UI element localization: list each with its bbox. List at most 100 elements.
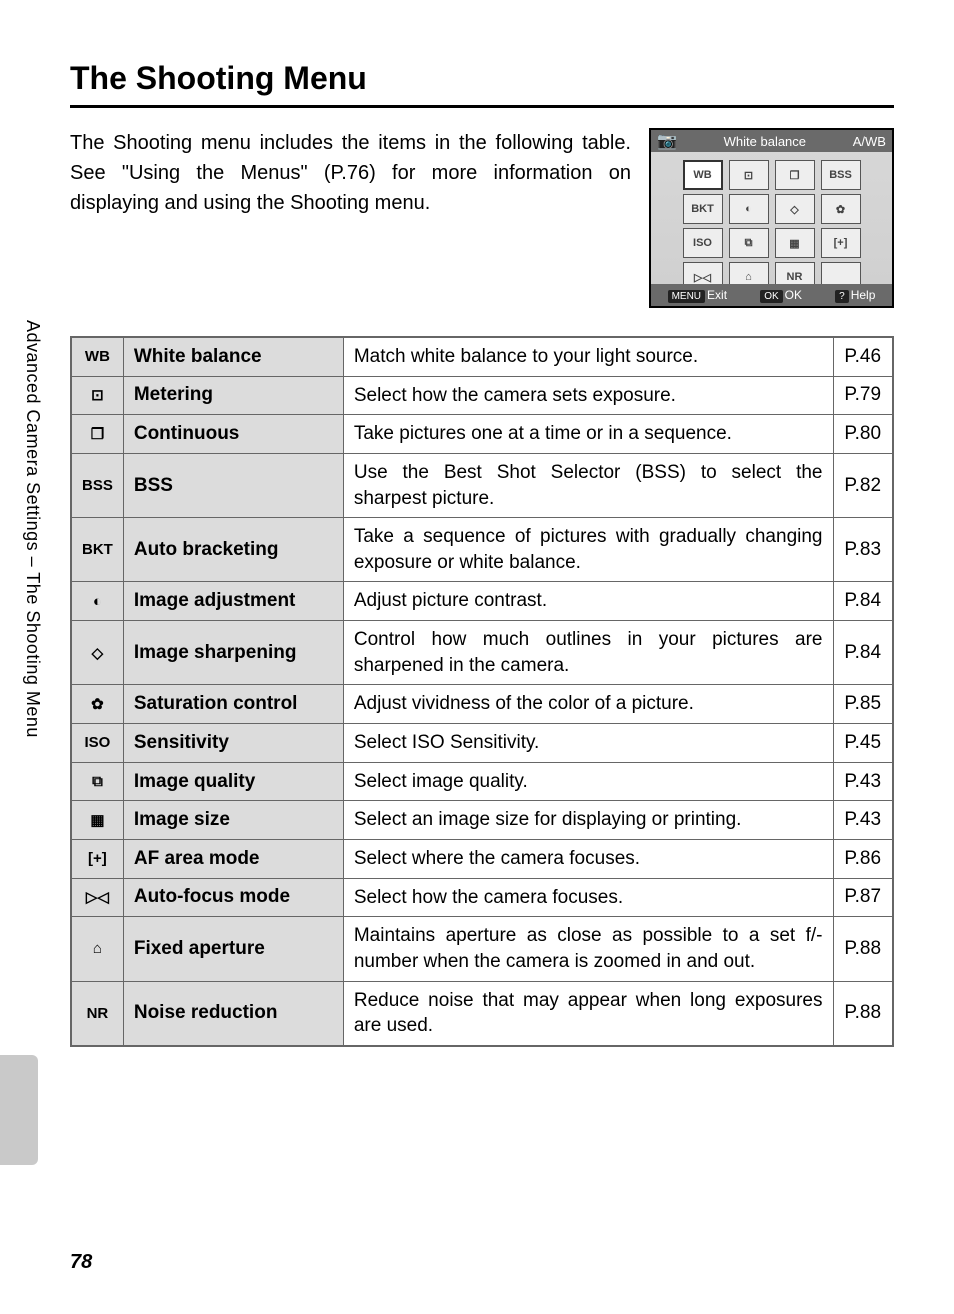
table-row: ⧉Image qualitySelect image quality.P.43	[71, 762, 893, 801]
screen-grid-cell: ◇	[775, 194, 815, 224]
row-description: Select an image size for displaying or p…	[343, 801, 833, 840]
screen-grid-cell: ⊡	[729, 160, 769, 190]
row-page-ref: P.79	[833, 376, 893, 415]
row-page-ref: P.83	[833, 518, 893, 582]
page-title: The Shooting Menu	[70, 60, 894, 108]
screen-grid-cell: [+]	[821, 228, 861, 258]
screen-grid-cell: WB	[683, 160, 723, 190]
screen-grid-cell: BSS	[821, 160, 861, 190]
table-row: NRNoise reductionReduce noise that may a…	[71, 981, 893, 1046]
row-page-ref: P.88	[833, 917, 893, 981]
row-icon: ▦	[71, 801, 123, 840]
table-row: ▷◁Auto-focus modeSelect how the camera f…	[71, 878, 893, 917]
row-page-ref: P.84	[833, 582, 893, 621]
row-name: AF area mode	[123, 839, 343, 878]
row-description: Adjust vividness of the color of a pictu…	[343, 685, 833, 724]
row-name: BSS	[123, 453, 343, 517]
row-page-ref: P.86	[833, 839, 893, 878]
screen-grid-cell: BKT	[683, 194, 723, 224]
table-row: ⌂Fixed apertureMaintains aperture as clo…	[71, 917, 893, 981]
row-name: Image quality	[123, 762, 343, 801]
intro-paragraph: The Shooting menu includes the items in …	[70, 128, 631, 308]
row-description: Select how the camera sets exposure.	[343, 376, 833, 415]
row-icon: ❐	[71, 415, 123, 454]
table-row: ◇Image sharpeningControl how much outlin…	[71, 621, 893, 685]
row-page-ref: P.84	[833, 621, 893, 685]
row-description: Control how much outlines in your pictur…	[343, 621, 833, 685]
screen-grid-cell: ⧉	[729, 228, 769, 258]
row-icon: ▷◁	[71, 878, 123, 917]
footer-ok: OKOK	[760, 288, 802, 302]
row-description: Match white balance to your light source…	[343, 337, 833, 376]
row-icon: ✿	[71, 685, 123, 724]
screen-grid-cell: ✿	[821, 194, 861, 224]
shooting-menu-table: WBWhite balanceMatch white balance to yo…	[70, 336, 894, 1047]
screen-header-badge: A/WB	[853, 134, 886, 149]
row-name: Auto-focus mode	[123, 878, 343, 917]
menu-screenshot: 📷 White balance A/WB WB⊡❐BSS BKT◐◇✿ ISO⧉▦[…	[649, 128, 894, 308]
row-description: Select how the camera focuses.	[343, 878, 833, 917]
screen-header-title: White balance	[724, 134, 806, 149]
table-row: [+]AF area modeSelect where the camera f…	[71, 839, 893, 878]
table-row: ✿Saturation controlAdjust vividness of t…	[71, 685, 893, 724]
screen-icon-grid: WB⊡❐BSSBKT◐◇✿ISO⧉▦[+]▷◁⌂NR	[651, 152, 892, 296]
page-number: 78	[70, 1251, 92, 1274]
row-icon: ISO	[71, 724, 123, 763]
row-page-ref: P.88	[833, 981, 893, 1046]
row-icon: BKT	[71, 518, 123, 582]
row-description: Reduce noise that may appear when long e…	[343, 981, 833, 1046]
row-name: White balance	[123, 337, 343, 376]
footer-exit: MENUExit	[668, 288, 727, 302]
row-name: Auto bracketing	[123, 518, 343, 582]
row-icon: BSS	[71, 453, 123, 517]
row-icon: ◐	[71, 582, 123, 621]
table-row: ◐Image adjustmentAdjust picture contrast…	[71, 582, 893, 621]
table-row: ISOSensitivitySelect ISO Sensitivity.P.4…	[71, 724, 893, 763]
screen-footer: MENUExit OKOK ?Help	[651, 284, 892, 306]
table-row: BSSBSSUse the Best Shot Selector (BSS) t…	[71, 453, 893, 517]
row-description: Select image quality.	[343, 762, 833, 801]
row-icon: NR	[71, 981, 123, 1046]
row-description: Select where the camera focuses.	[343, 839, 833, 878]
row-name: Sensitivity	[123, 724, 343, 763]
screen-header: 📷 White balance A/WB	[651, 130, 892, 152]
row-name: Image sharpening	[123, 621, 343, 685]
intro-row: The Shooting menu includes the items in …	[70, 128, 894, 308]
row-icon: ⧉	[71, 762, 123, 801]
row-description: Take pictures one at a time or in a sequ…	[343, 415, 833, 454]
row-name: Image adjustment	[123, 582, 343, 621]
table-row: ▦Image sizeSelect an image size for disp…	[71, 801, 893, 840]
row-page-ref: P.85	[833, 685, 893, 724]
row-description: Use the Best Shot Selector (BSS) to sele…	[343, 453, 833, 517]
row-icon: ⊡	[71, 376, 123, 415]
screen-grid-cell: ISO	[683, 228, 723, 258]
row-name: Saturation control	[123, 685, 343, 724]
footer-help: ?Help	[835, 288, 875, 302]
row-name: Image size	[123, 801, 343, 840]
row-name: Metering	[123, 376, 343, 415]
screen-grid-cell: ❐	[775, 160, 815, 190]
table-row: ❐ContinuousTake pictures one at a time o…	[71, 415, 893, 454]
row-page-ref: P.87	[833, 878, 893, 917]
row-icon: ⌂	[71, 917, 123, 981]
row-page-ref: P.82	[833, 453, 893, 517]
camera-icon: 📷	[657, 131, 677, 151]
screen-grid-cell: ▦	[775, 228, 815, 258]
row-icon: WB	[71, 337, 123, 376]
row-page-ref: P.43	[833, 762, 893, 801]
row-page-ref: P.43	[833, 801, 893, 840]
row-page-ref: P.80	[833, 415, 893, 454]
row-name: Fixed aperture	[123, 917, 343, 981]
row-description: Maintains aperture as close as possible …	[343, 917, 833, 981]
side-thumb-tab	[0, 1055, 38, 1165]
table-row: WBWhite balanceMatch white balance to yo…	[71, 337, 893, 376]
row-name: Continuous	[123, 415, 343, 454]
row-icon: [+]	[71, 839, 123, 878]
row-description: Take a sequence of pictures with gradual…	[343, 518, 833, 582]
row-description: Select ISO Sensitivity.	[343, 724, 833, 763]
row-page-ref: P.45	[833, 724, 893, 763]
table-row: BKTAuto bracketingTake a sequence of pic…	[71, 518, 893, 582]
screen-grid-cell: ◐	[729, 194, 769, 224]
table-row: ⊡MeteringSelect how the camera sets expo…	[71, 376, 893, 415]
row-page-ref: P.46	[833, 337, 893, 376]
